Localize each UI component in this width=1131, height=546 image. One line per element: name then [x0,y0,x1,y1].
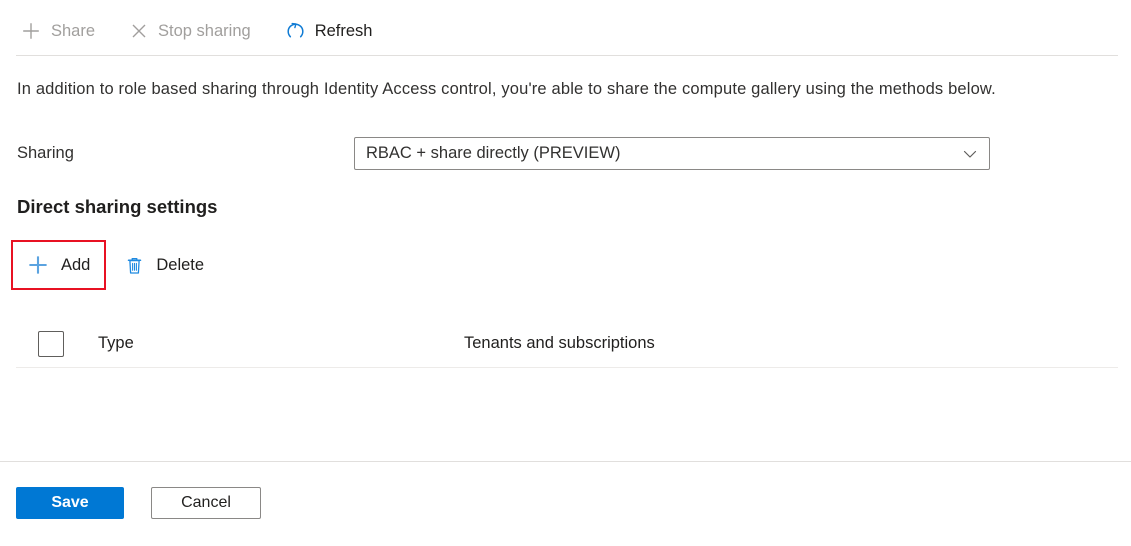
cancel-button[interactable]: Cancel [151,487,261,519]
column-header-tenants-and-subscriptions[interactable]: Tenants and subscriptions [464,334,655,353]
chevron-down-icon [961,145,979,163]
direct-sharing-heading: Direct sharing settings [17,196,218,217]
sharing-label: Sharing [17,144,74,162]
page-description: In addition to role based sharing throug… [17,80,996,98]
sharing-dropdown-value: RBAC + share directly (PREVIEW) [366,144,621,162]
sharing-table-header: Type Tenants and subscriptions [16,320,1118,368]
stop-sharing-button-label: Stop sharing [158,21,251,40]
delete-button[interactable]: Delete [124,255,204,276]
refresh-button-label: Refresh [314,21,373,40]
toolbar-divider [16,55,1118,56]
share-button-label: Share [51,21,96,40]
add-button-highlight: Add [11,240,107,290]
plus-icon [20,20,42,42]
footer-divider [0,461,1131,462]
stop-sharing-button[interactable]: Stop sharing [125,12,263,50]
share-button[interactable]: Share [16,12,107,50]
add-button[interactable]: Add [26,253,90,277]
add-button-label: Add [61,255,91,274]
refresh-button[interactable]: Refresh [281,12,385,50]
delete-button-label: Delete [156,255,205,274]
column-header-type[interactable]: Type [98,334,464,353]
trash-icon [124,255,145,276]
save-button[interactable]: Save [16,487,124,519]
refresh-icon [285,21,306,42]
close-x-icon [129,21,149,41]
command-toolbar: Share Stop sharing Refresh [16,10,384,52]
direct-sharing-command-bar: Add Delete [11,240,204,290]
sharing-dropdown[interactable]: RBAC + share directly (PREVIEW) [354,137,990,170]
select-all-checkbox[interactable] [38,330,64,357]
delete-button-wrap: Delete [124,255,204,276]
plus-icon [26,253,50,277]
